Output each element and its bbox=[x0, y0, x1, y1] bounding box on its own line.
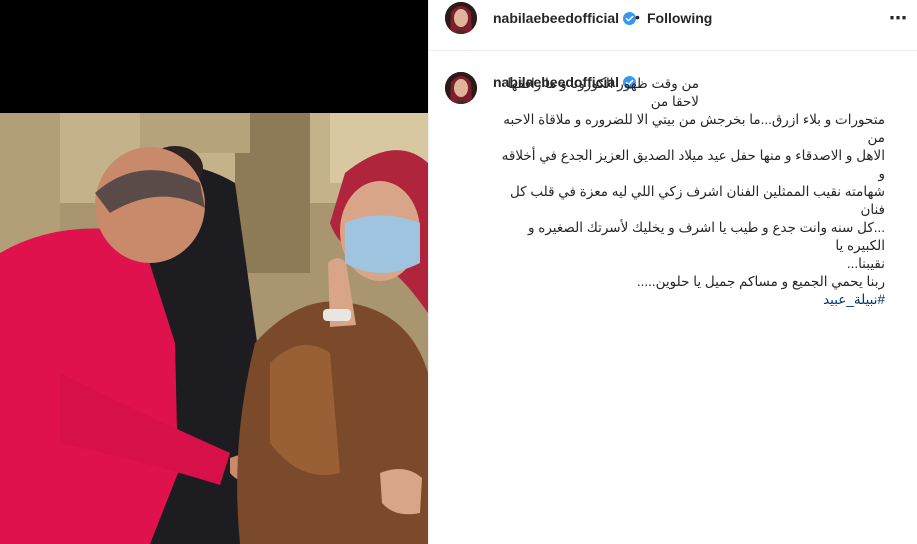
post-photo bbox=[0, 113, 428, 544]
header-username[interactable]: nabilaebeedofficial bbox=[493, 10, 637, 26]
caption-text: من وقت ظهور الكورونا و ما رافقها لاحقا م… bbox=[493, 75, 885, 309]
following-button[interactable]: Following bbox=[647, 10, 712, 26]
profile-avatar[interactable] bbox=[445, 2, 477, 34]
caption-line: ...كل سنه وانت جدع و طيب يا اشرف و يخليك… bbox=[528, 220, 885, 253]
caption-avatar[interactable] bbox=[445, 72, 477, 104]
post-media[interactable] bbox=[0, 0, 428, 544]
caption-line: الاهل و الاصدقاء و منها حفل عيد ميلاد ال… bbox=[501, 148, 885, 181]
post-header: nabilaebeedofficial • Following ⋯ bbox=[429, 0, 917, 51]
caption-line: ربنا يحمي الجميع و مساكم جميل يا حلوين..… bbox=[636, 274, 885, 289]
caption-line: من وقت ظهور الكورونا و ما رافقها لاحقا م… bbox=[507, 76, 699, 109]
more-options-icon[interactable]: ⋯ bbox=[889, 8, 908, 29]
hashtag-link[interactable]: #نبيلة_عبيد bbox=[823, 292, 885, 307]
post-side-panel: nabilaebeedofficial • Following ⋯ nabila… bbox=[428, 0, 917, 544]
header-separator: • bbox=[635, 9, 640, 25]
caption-line: شهامته نقيب الممثلين الفنان اشرف زكي الل… bbox=[509, 184, 885, 217]
caption-line: نقيبنا... bbox=[846, 256, 885, 271]
caption-line: متحورات و بلاء ازرق...ما بخرجش من بيتي ا… bbox=[503, 112, 885, 145]
